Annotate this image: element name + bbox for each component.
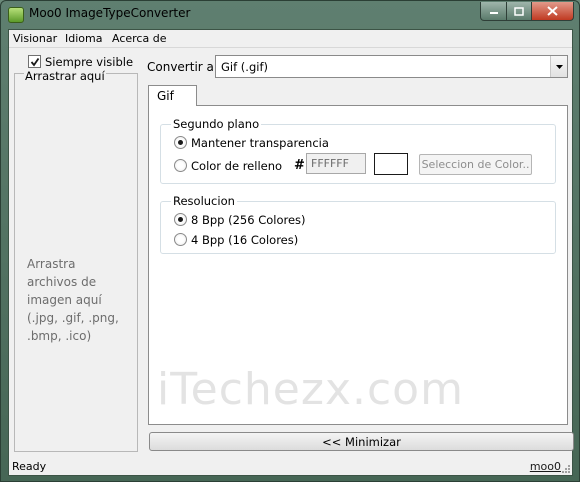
resolution-group-title: Resolucion — [171, 194, 237, 208]
drop-zone[interactable]: Arrastra archivos de imagen aquí (.jpg, … — [14, 73, 138, 452]
fill-color-radio[interactable]: Color de relleno — [174, 158, 282, 173]
close-window-button[interactable] — [531, 2, 574, 21]
always-visible-checkbox[interactable]: Siempre visible — [28, 54, 136, 69]
client-area: Visionar Idioma Acerca de Arrastra archi… — [8, 29, 574, 476]
app-icon — [8, 7, 24, 23]
title-bar[interactable]: Moo0 ImageTypeConverter — [1, 1, 579, 28]
window-title: Moo0 ImageTypeConverter — [29, 6, 191, 20]
keep-transparency-radio[interactable]: Mantener transparencia — [174, 135, 329, 150]
convert-label: Convertir a: — [147, 60, 218, 74]
watermark: iTechezx.com — [157, 364, 464, 415]
app-window: Moo0 ImageTypeConverter Visionar Idioma … — [0, 0, 580, 482]
bpp8-radio[interactable]: 8 Bpp (256 Colores) — [174, 212, 306, 227]
minimize-button[interactable]: << Minimizar — [149, 432, 574, 451]
tab-gif-label: Gif — [157, 89, 174, 103]
moo0-link[interactable]: moo0 — [530, 460, 561, 473]
radio-button[interactable] — [174, 159, 187, 172]
resize-grip-icon[interactable] — [561, 464, 571, 474]
checkbox-box[interactable] — [28, 55, 41, 68]
radio-dot — [178, 140, 183, 145]
bpp8-label: 8 Bpp (256 Colores) — [191, 212, 306, 227]
menu-visionar[interactable]: Visionar — [13, 32, 57, 45]
format-select-value: Gif (.gif) — [221, 60, 268, 74]
bpp4-radio[interactable]: 4 Bpp (16 Colores) — [174, 232, 298, 247]
hex-hash-label: # — [294, 158, 305, 173]
keep-transparency-label: Mantener transparencia — [191, 135, 329, 150]
hex-color-input[interactable]: FFFFFF — [306, 153, 366, 174]
hex-color-value: FFFFFF — [311, 157, 349, 170]
dropdown-arrow[interactable] — [550, 56, 567, 77]
minimize-window-button[interactable] — [480, 2, 507, 21]
drop-zone-title: Arrastrar aquí — [24, 69, 106, 83]
bpp4-label: 4 Bpp (16 Colores) — [191, 232, 299, 247]
gif-options-panel: iTechezx.com Segundo plano Mantener tran… — [148, 105, 568, 425]
select-color-button[interactable]: Seleccion de Color.. — [419, 154, 532, 175]
radio-button[interactable] — [174, 213, 187, 226]
menu-bar: Visionar Idioma Acerca de — [9, 30, 572, 48]
radio-button[interactable] — [174, 233, 187, 246]
checkmark-icon — [30, 57, 39, 66]
tab-gif[interactable]: Gif — [148, 85, 197, 106]
menu-acerca-de[interactable]: Acerca de — [112, 32, 166, 45]
menu-idioma[interactable]: Idioma — [65, 32, 102, 45]
close-icon — [547, 6, 558, 16]
radio-dot — [178, 217, 183, 222]
resolution-group: Resolucion 8 Bpp (256 Colores) 4 Bpp (16… — [160, 194, 556, 254]
color-swatch — [374, 153, 408, 175]
radio-button[interactable] — [174, 136, 187, 149]
format-select[interactable]: Gif (.gif) — [215, 55, 568, 78]
background-group-title: Segundo plano — [171, 117, 262, 131]
drop-hint-text: Arrastra archivos de imagen aquí (.jpg, … — [27, 257, 119, 343]
always-visible-label: Siempre visible — [45, 54, 134, 69]
background-group: Segundo plano Mantener transparencia Col… — [160, 117, 556, 184]
chevron-down-icon — [555, 64, 563, 69]
maximize-icon — [514, 6, 524, 16]
fill-color-label: Color de relleno — [191, 158, 283, 173]
status-text: Ready — [12, 460, 47, 473]
maximize-window-button[interactable] — [506, 2, 532, 21]
minimize-icon — [489, 12, 498, 14]
